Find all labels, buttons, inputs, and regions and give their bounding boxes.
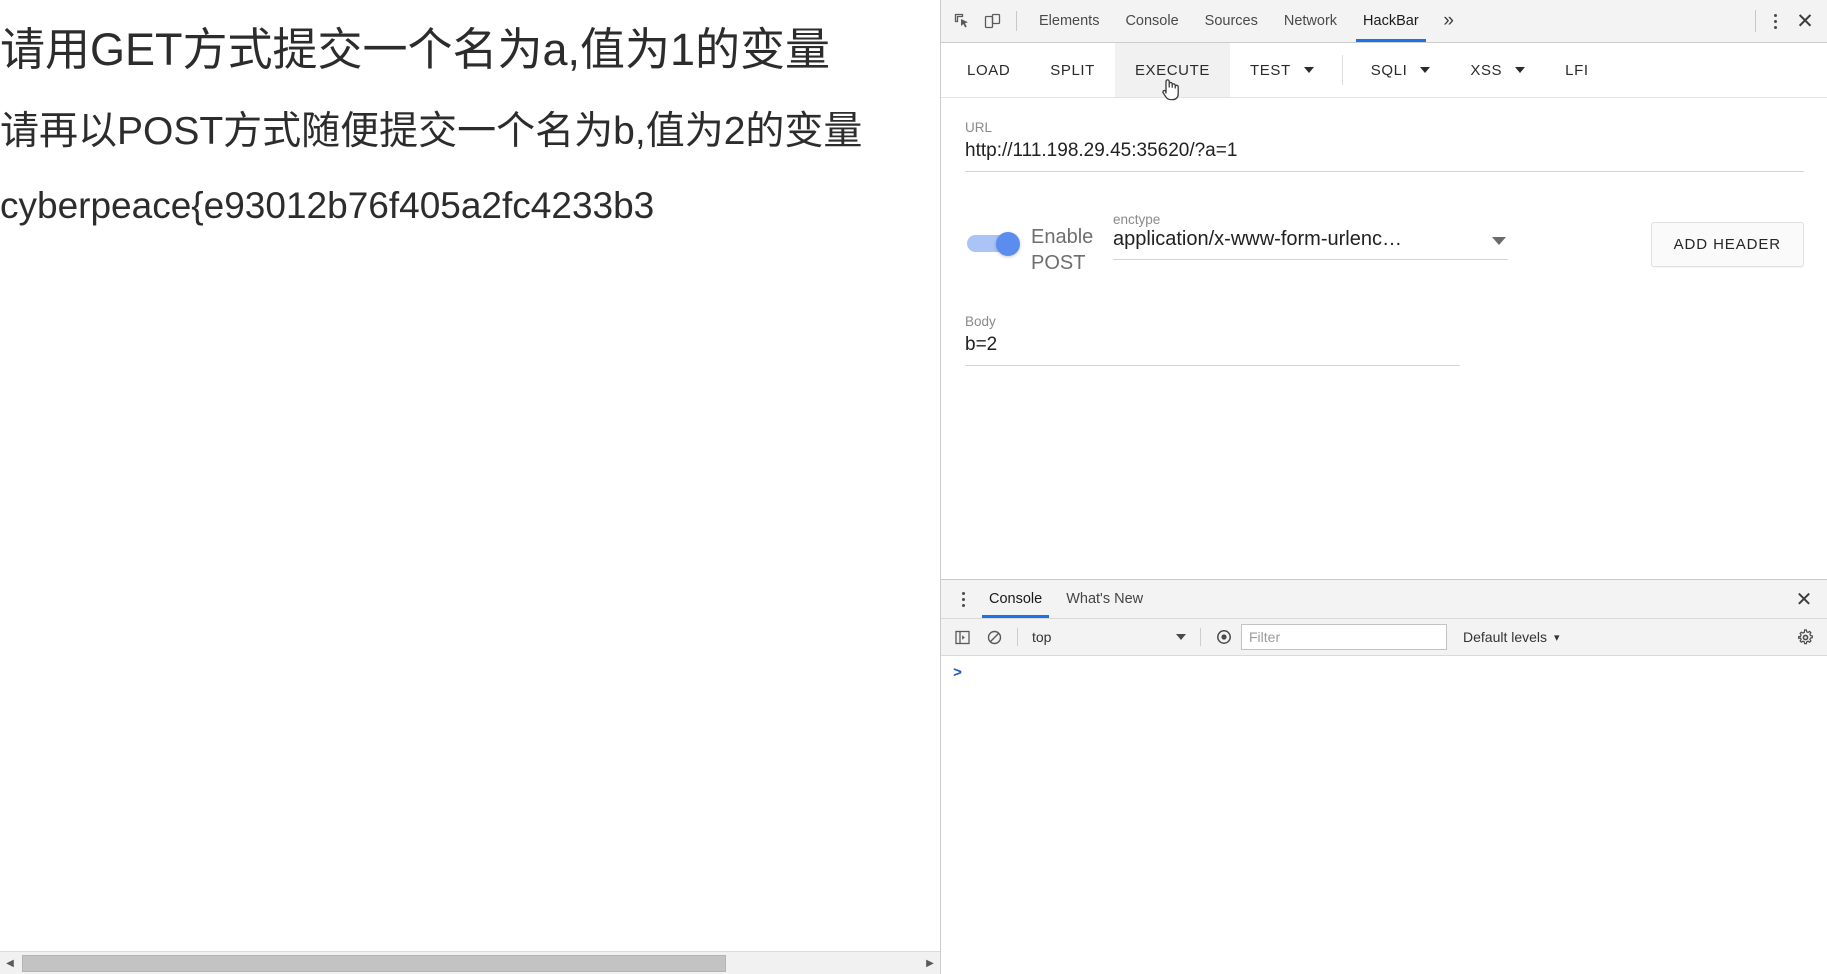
live-expression-eye-icon[interactable]	[1209, 623, 1239, 651]
body-label: Body	[965, 314, 996, 329]
levels-chevron-down-icon: ▾	[1554, 631, 1560, 644]
console-toolbar-divider-1	[1017, 628, 1018, 646]
hackbar-xss-label: XSS	[1470, 61, 1503, 79]
clear-console-icon[interactable]	[979, 623, 1009, 651]
hackbar-execute-button[interactable]: EXECUTE	[1114, 43, 1230, 101]
console-settings-gear-icon[interactable]	[1788, 623, 1822, 651]
close-devtools-icon[interactable]: ✕	[1788, 5, 1822, 37]
page-horizontal-scrollbar[interactable]: ◀ ▶	[0, 951, 940, 974]
devtools-drawer: Console What's New ✕ top Filter Default …	[941, 579, 1827, 974]
console-toolbar: top Filter Default levels ▾	[941, 619, 1827, 656]
page-text-line-1: 请用GET方式提交一个名为a,值为1的变量	[0, 24, 831, 75]
test-chevron-down-icon	[1303, 67, 1314, 73]
console-input-prompt[interactable]: >	[941, 662, 1827, 684]
hackbar-lfi-button[interactable]: LFI	[1545, 43, 1608, 97]
browser-window: 请用GET方式提交一个名为a,值为1的变量 请再以POST方式随便提交一个名为b…	[0, 0, 1827, 974]
xss-chevron-down-icon	[1515, 67, 1526, 73]
tab-network[interactable]: Network	[1271, 0, 1350, 42]
console-levels-label: Default levels	[1463, 629, 1548, 645]
hackbar-split-button[interactable]: SPLIT	[1030, 43, 1115, 97]
post-options-row: Enable POST enctype application/x-www-fo…	[965, 212, 1804, 276]
tab-hackbar[interactable]: HackBar	[1350, 0, 1432, 42]
mouse-cursor-pointer-icon	[1158, 73, 1184, 101]
hackbar-lfi-label: LFI	[1565, 61, 1589, 79]
scrollbar-track[interactable]	[20, 952, 920, 974]
tab-elements[interactable]: Elements	[1026, 0, 1112, 42]
scrollbar-thumb[interactable]	[22, 955, 726, 972]
drawer-tab-whats-new[interactable]: What's New	[1054, 580, 1155, 618]
hackbar-load-label: LOAD	[967, 61, 1011, 79]
hackbar-sqli-button[interactable]: SQLI	[1351, 43, 1451, 97]
devtools-tabbar: Elements Console Sources Network HackBar…	[941, 0, 1827, 43]
tabbar-divider	[1016, 11, 1017, 31]
scroll-left-arrow-icon[interactable]: ◀	[0, 952, 20, 974]
console-output-area[interactable]: >	[941, 656, 1827, 974]
sqli-chevron-down-icon	[1420, 67, 1431, 73]
drawer-menu-kebab-icon[interactable]	[949, 584, 977, 614]
body-field-group: Body b=2	[965, 314, 1460, 366]
enctype-selected-value: application/x-www-form-urlenc…	[1113, 228, 1402, 250]
enctype-chevron-down-icon	[1492, 237, 1506, 245]
enctype-label: enctype	[1113, 212, 1161, 227]
console-filter-input[interactable]: Filter	[1241, 624, 1447, 650]
url-input[interactable]: http://111.198.29.45:35620/?a=1	[965, 140, 1804, 172]
drawer-tabbar: Console What's New ✕	[941, 580, 1827, 619]
tab-console[interactable]: Console	[1112, 0, 1191, 42]
hackbar-test-button[interactable]: TEST	[1230, 43, 1334, 97]
header-actions-divider	[1755, 10, 1756, 32]
hackbar-toolbar: LOAD SPLIT EXECUTE TEST SQLI XSS LFI	[941, 43, 1827, 101]
console-context-value: top	[1032, 629, 1052, 645]
page-content: 请用GET方式提交一个名为a,值为1的变量 请再以POST方式随便提交一个名为b…	[0, 0, 940, 228]
scroll-right-arrow-icon[interactable]: ▶	[920, 952, 940, 974]
more-tabs-icon[interactable]: »	[1432, 0, 1466, 42]
page-text-line-2: 请再以POST方式随便提交一个名为b,值为2的变量	[0, 110, 863, 153]
hackbar-split-label: SPLIT	[1050, 61, 1095, 79]
url-field-group: URL http://111.198.29.45:35620/?a=1	[965, 120, 1804, 172]
hackbar-load-button[interactable]: LOAD	[947, 43, 1030, 97]
console-context-select[interactable]: top	[1026, 625, 1192, 649]
url-label: URL	[965, 120, 993, 135]
body-input[interactable]: b=2	[965, 334, 1460, 366]
devtools-tabs: Elements Console Sources Network HackBar	[1026, 0, 1432, 42]
drawer-tab-console[interactable]: Console	[977, 580, 1054, 618]
device-toolbar-icon[interactable]	[977, 6, 1007, 36]
console-sidebar-toggle-icon[interactable]	[947, 623, 977, 651]
hackbar-sqli-label: SQLI	[1370, 61, 1408, 79]
add-header-button[interactable]: ADD HEADER	[1650, 222, 1804, 267]
toggle-knob	[996, 232, 1020, 256]
enctype-field-group: enctype application/x-www-form-urlenc…	[1113, 212, 1508, 260]
console-filter-placeholder: Filter	[1249, 629, 1281, 645]
close-drawer-icon[interactable]: ✕	[1784, 583, 1824, 615]
page-flag-text: cyberpeace{e93012b76f405a2fc4233b3	[0, 185, 655, 226]
console-prompt-chevron-icon: >	[953, 664, 963, 682]
hackbar-form: URL http://111.198.29.45:35620/?a=1 Enab…	[941, 98, 1827, 579]
console-levels-select[interactable]: Default levels ▾	[1463, 629, 1560, 645]
hackbar-toolbar-divider	[1341, 55, 1343, 85]
enctype-select[interactable]: application/x-www-form-urlenc…	[1113, 228, 1508, 260]
web-page-pane: 请用GET方式提交一个名为a,值为1的变量 请再以POST方式随便提交一个名为b…	[0, 0, 940, 974]
devtools-header-actions: ✕	[1749, 0, 1822, 42]
hackbar-xss-button[interactable]: XSS	[1450, 43, 1545, 97]
devtools-panel: Elements Console Sources Network HackBar…	[940, 0, 1827, 974]
enable-post-toggle[interactable]	[967, 232, 1023, 256]
console-toolbar-divider-2	[1200, 628, 1201, 646]
context-chevron-down-icon	[1176, 634, 1186, 640]
devtools-settings-kebab-icon[interactable]	[1762, 6, 1788, 36]
enable-post-label: Enable POST	[1031, 226, 1094, 274]
tab-sources[interactable]: Sources	[1192, 0, 1271, 42]
inspect-element-icon[interactable]	[947, 6, 977, 36]
hackbar-test-label: TEST	[1250, 61, 1291, 79]
